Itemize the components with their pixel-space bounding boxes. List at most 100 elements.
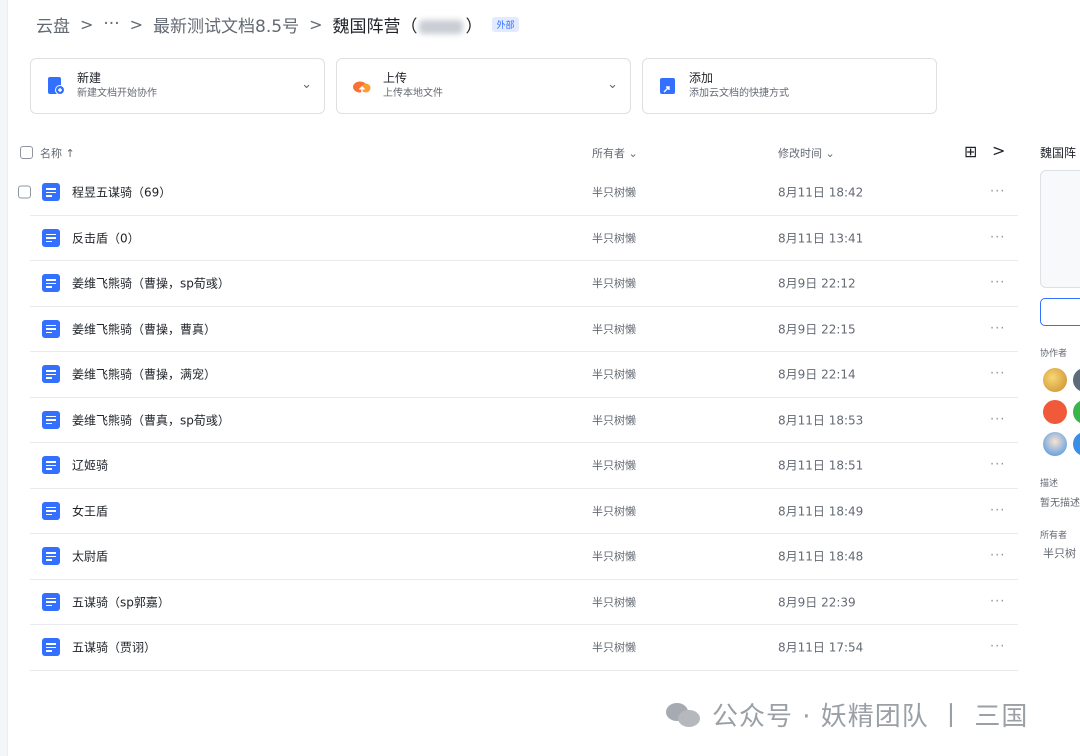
more-options-icon[interactable]: ··· <box>990 185 1005 200</box>
document-icon <box>42 365 60 384</box>
modified-column-header[interactable]: 修改时间 ⌄ <box>778 145 835 161</box>
table-row[interactable]: 反击盾（0） 半只树懒 8月11日 13:41 ··· <box>30 216 1018 261</box>
breadcrumb-separator: > <box>80 14 94 34</box>
file-owner: 半只树懒 <box>592 504 636 518</box>
avatar[interactable] <box>1043 432 1067 456</box>
table-row[interactable]: 姜维飞熊骑（曹真，sp荀彧） 半只树懒 8月11日 18:53 ··· <box>30 398 1018 443</box>
owner-column-header[interactable]: 所有者 ⌄ <box>592 145 638 161</box>
panel-action-button[interactable] <box>1040 298 1080 326</box>
file-modified-time: 8月9日 22:15 <box>778 322 856 337</box>
file-name[interactable]: 女王盾 <box>72 502 108 519</box>
table-row[interactable]: 辽姬骑 半只树懒 8月11日 18:51 ··· <box>30 443 1018 489</box>
file-name[interactable]: 五谋骑（sp郭嘉） <box>72 593 170 610</box>
table-row[interactable]: 女王盾 半只树懒 8月11日 18:49 ··· <box>30 489 1018 534</box>
document-icon <box>42 228 60 247</box>
grid-view-icon[interactable]: ⊞ <box>964 142 977 161</box>
file-owner: 半只树懒 <box>592 231 636 245</box>
table-header: 名称 ↑ 所有者 ⌄ 修改时间 ⌄ ⊞ > <box>18 140 1018 166</box>
collaborators-label: 协作者 <box>1040 349 1068 359</box>
chevron-down-icon: ⌄ <box>628 147 638 160</box>
more-options-icon[interactable]: ··· <box>990 640 1005 655</box>
avatar[interactable] <box>1073 400 1080 424</box>
upload-card-subtitle: 上传本地文件 <box>383 88 443 99</box>
table-row[interactable]: 姜维飞熊骑（曹操，满宠） 半只树懒 8月9日 22:14 ··· <box>30 352 1018 398</box>
description-label: 描述 <box>1040 479 1059 489</box>
file-name[interactable]: 姜维飞熊骑（曹操，曹真） <box>72 320 216 337</box>
breadcrumb-separator: > <box>309 14 323 34</box>
modified-header-label: 修改时间 <box>778 147 822 160</box>
file-modified-time: 8月11日 18:53 <box>778 413 864 428</box>
table-row[interactable]: 姜维飞熊骑（曹操，曹真） 半只树懒 8月9日 22:15 ··· <box>30 307 1018 352</box>
table-row[interactable]: 程昱五谋骑（69） 半只树懒 8月11日 18:42 ··· <box>18 170 1018 216</box>
redacted-text <box>419 19 464 34</box>
breadcrumb-root[interactable]: 云盘 <box>36 12 70 37</box>
chevron-right-icon[interactable]: > <box>992 141 1005 160</box>
table-row[interactable]: 五谋骑（sp郭嘉） 半只树懒 8月9日 22:39 ··· <box>30 580 1018 625</box>
more-options-icon[interactable]: ··· <box>990 276 1005 291</box>
more-options-icon[interactable]: ··· <box>990 549 1005 564</box>
more-options-icon[interactable]: ··· <box>990 367 1005 382</box>
watermark: 公众号 · 妖精团队 丨 三国 <box>664 694 1028 734</box>
more-options-icon[interactable]: ··· <box>990 458 1005 473</box>
document-icon <box>42 638 60 657</box>
new-card-title: 新建 <box>77 71 102 85</box>
table-row[interactable]: 太尉盾 半只树懒 8月11日 18:48 ··· <box>30 534 1018 580</box>
breadcrumb-ellipsis[interactable]: ··· <box>103 14 119 34</box>
more-options-icon[interactable]: ··· <box>990 230 1005 245</box>
document-icon <box>42 456 60 475</box>
new-doc-icon <box>45 75 67 97</box>
file-name[interactable]: 程昱五谋骑（69） <box>72 184 171 201</box>
document-icon <box>42 183 60 202</box>
file-list: 程昱五谋骑（69） 半只树懒 8月11日 18:42 ··· 反击盾（0） 半只… <box>18 170 1018 671</box>
file-name[interactable]: 姜维飞熊骑（曹操，sp荀彧） <box>72 275 230 292</box>
more-options-icon[interactable]: ··· <box>990 321 1005 336</box>
file-owner: 半只树懒 <box>592 413 636 427</box>
sort-ascending-icon: ↑ <box>65 147 75 160</box>
upload-card[interactable]: 上传 上传本地文件 ⌄ <box>336 58 631 114</box>
file-name[interactable]: 五谋骑（贾诩） <box>72 639 156 656</box>
more-options-icon[interactable]: ··· <box>990 594 1005 609</box>
file-owner: 半只树懒 <box>592 550 636 564</box>
document-icon <box>42 274 60 293</box>
avatar[interactable] <box>1073 368 1080 392</box>
description-value: 暂无描述 <box>1040 498 1080 509</box>
left-sidebar-edge <box>0 0 8 756</box>
breadcrumb-current-tail: ） <box>465 16 483 37</box>
owner-header-label: 所有者 <box>592 147 625 160</box>
name-column-header[interactable]: 名称 ↑ <box>40 145 75 161</box>
file-name[interactable]: 姜维飞熊骑（曹真，sp荀彧） <box>72 411 230 428</box>
upload-card-title: 上传 <box>383 71 408 85</box>
file-name[interactable]: 反击盾（0） <box>72 229 140 246</box>
select-all-checkbox[interactable] <box>20 146 33 159</box>
upload-cloud-icon <box>351 75 373 97</box>
file-owner: 半只树懒 <box>592 459 636 473</box>
breadcrumb: 云盘 > ··· > 最新测试文档8.5号 > 魏国阵营（ ） 外部 <box>36 12 519 37</box>
avatar[interactable] <box>1043 368 1067 392</box>
row-checkbox[interactable] <box>18 185 31 199</box>
more-options-icon[interactable]: ··· <box>990 503 1005 518</box>
table-row[interactable]: 五谋骑（贾诩） 半只树懒 8月11日 17:54 ··· <box>30 625 1018 671</box>
file-owner: 半只树懒 <box>592 641 636 655</box>
breadcrumb-parent[interactable]: 最新测试文档8.5号 <box>153 12 299 37</box>
chevron-down-icon[interactable]: ⌄ <box>301 77 312 92</box>
add-shortcut-card[interactable]: 添加 添加云文档的快捷方式 <box>642 58 937 114</box>
file-name[interactable]: 辽姬骑 <box>72 457 108 474</box>
chevron-down-icon[interactable]: ⌄ <box>607 77 618 92</box>
document-icon <box>42 501 60 520</box>
file-name[interactable]: 太尉盾 <box>72 548 108 565</box>
avatar[interactable] <box>1073 432 1080 456</box>
avatar[interactable] <box>1043 400 1067 424</box>
file-modified-time: 8月11日 18:48 <box>778 549 864 564</box>
add-card-subtitle: 添加云文档的快捷方式 <box>689 88 789 99</box>
file-modified-time: 8月11日 17:54 <box>778 640 864 655</box>
add-card-title: 添加 <box>689 71 714 85</box>
file-modified-time: 8月9日 22:39 <box>778 595 856 610</box>
file-modified-time: 8月11日 13:41 <box>778 231 864 246</box>
file-name[interactable]: 姜维飞熊骑（曹操，满宠） <box>72 366 216 383</box>
owner-label: 所有者 <box>1040 531 1068 541</box>
document-icon <box>42 410 60 429</box>
document-icon <box>42 547 60 566</box>
new-card[interactable]: 新建 新建文档开始协作 ⌄ <box>30 58 325 114</box>
more-options-icon[interactable]: ··· <box>990 412 1005 427</box>
table-row[interactable]: 姜维飞熊骑（曹操，sp荀彧） 半只树懒 8月9日 22:12 ··· <box>30 261 1018 307</box>
